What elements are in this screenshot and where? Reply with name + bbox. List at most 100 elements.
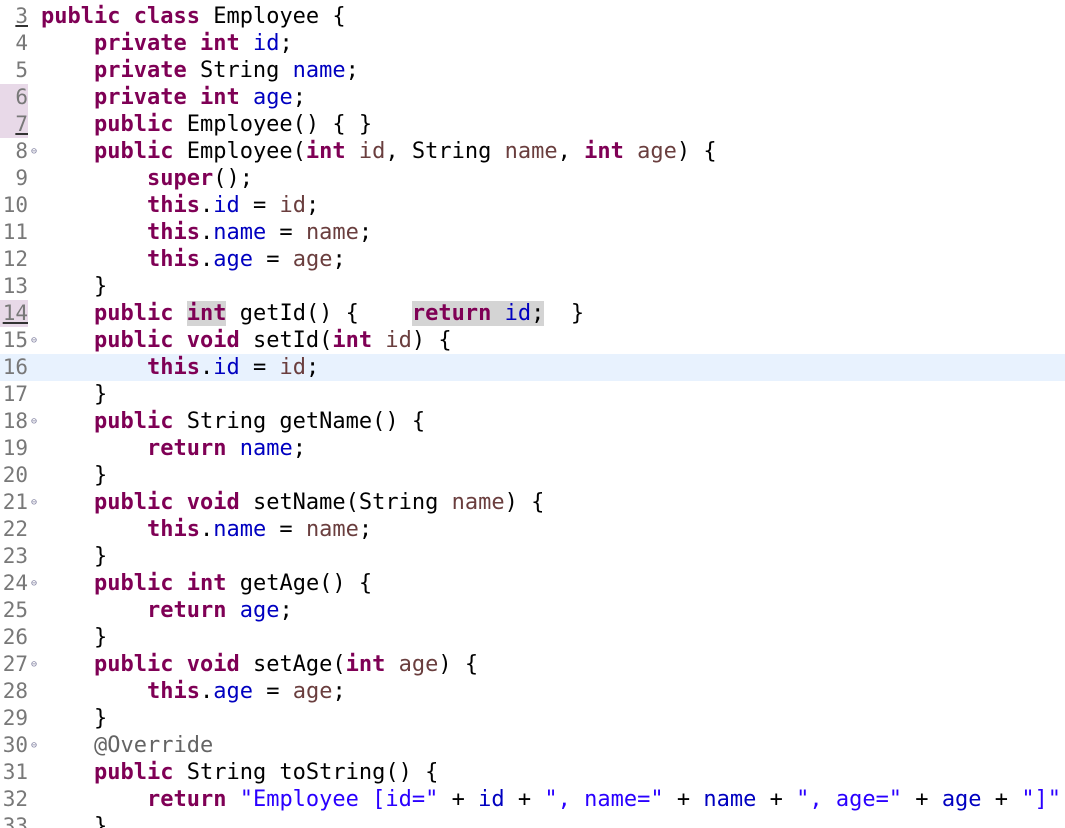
code-line[interactable]: 27 ⊖ public void setAge(int age) {	[0, 651, 1065, 678]
code-token: Employee(	[173, 139, 306, 164]
code-line[interactable]: 16 this.id = id;	[0, 354, 1065, 381]
code-token: =	[239, 355, 280, 380]
fold-collapse-icon[interactable]: ⊖	[28, 408, 40, 435]
code-text: }	[41, 273, 107, 300]
line-number: 25	[2, 598, 28, 622]
code-line[interactable]: 15 ⊖ public void setId(int id) {	[0, 327, 1065, 354]
code-token: @Override	[93, 733, 214, 758]
code-token: age	[292, 247, 333, 272]
code-token: .	[199, 193, 214, 218]
fold-collapse-icon[interactable]: ⊖	[28, 489, 40, 516]
code-text: return "Employee [id=" + id + ", name=" …	[41, 786, 1065, 813]
code-token: id	[279, 193, 306, 218]
code-token: ;	[279, 31, 293, 56]
code-editor[interactable]: 3 public class Employee {4 private int id…	[0, 0, 1065, 828]
code-line[interactable]: 12 this.age = age;	[0, 246, 1065, 273]
code-token: int	[186, 301, 227, 326]
code-line[interactable]: 11 this.name = name;	[0, 219, 1065, 246]
code-line[interactable]: 28 this.age = age;	[0, 678, 1065, 705]
code-line[interactable]: 22 this.name = name;	[0, 516, 1065, 543]
fold-collapse-icon[interactable]: ⊖	[28, 570, 40, 597]
code-text: private int age;	[41, 84, 306, 111]
code-token: }	[544, 301, 585, 326]
code-token: private	[93, 31, 187, 56]
line-number: 5	[15, 58, 28, 82]
code-token: ;	[332, 679, 346, 704]
line-number: 21	[2, 490, 28, 514]
code-line[interactable]: 19 return name;	[0, 435, 1065, 462]
fold-collapse-icon[interactable]: ⊖	[28, 732, 40, 759]
code-token: setId(	[239, 328, 333, 353]
code-line[interactable]: 10 this.id = id;	[0, 192, 1065, 219]
code-text: public Employee() { }	[41, 111, 372, 138]
code-line[interactable]: 8 ⊖ public Employee(int id, String name, …	[0, 138, 1065, 165]
code-line[interactable]: 25 return age;	[0, 597, 1065, 624]
code-text: public int getAge() {	[41, 570, 372, 597]
code-text: }	[41, 705, 107, 732]
code-token: this	[146, 679, 200, 704]
code-line[interactable]: 13 }	[0, 273, 1065, 300]
line-number: 26	[2, 625, 28, 649]
code-token: public	[93, 760, 174, 785]
code-token: age	[398, 652, 439, 677]
code-text: @Override	[41, 732, 213, 759]
code-line[interactable]: 3 public class Employee {	[0, 3, 1065, 30]
code-token: ;	[358, 517, 373, 542]
code-token: public	[93, 571, 174, 596]
code-token: int	[345, 652, 386, 677]
code-token: .	[199, 517, 214, 542]
code-line[interactable]: 32 return "Employee [id=" + id + ", name…	[0, 786, 1065, 813]
code-token: age	[637, 139, 677, 164]
code-line[interactable]: 33 }	[0, 813, 1065, 828]
code-token: age	[252, 85, 293, 110]
code-line[interactable]: 31 public String toString() {	[0, 759, 1065, 786]
code-line[interactable]: 17 }	[0, 381, 1065, 408]
code-token: ();	[213, 166, 253, 191]
code-token: ,	[557, 139, 585, 164]
code-text: }	[41, 813, 107, 828]
code-line[interactable]: 18 ⊖ public String getName() {	[0, 408, 1065, 435]
code-line[interactable]: 9 super();	[0, 165, 1065, 192]
code-line[interactable]: 29 }	[0, 705, 1065, 732]
code-token: +	[756, 787, 797, 812]
fold-collapse-icon[interactable]: ⊖	[28, 327, 40, 354]
code-line[interactable]: 4 private int id;	[0, 30, 1065, 57]
code-line[interactable]: 30 ⊖ @Override	[0, 732, 1065, 759]
code-line[interactable]: 21 ⊖ public void setName(String name) {	[0, 489, 1065, 516]
line-number: 23	[2, 544, 28, 568]
code-line[interactable]: 7 public Employee() { }	[0, 111, 1065, 138]
code-token: String toString() {	[173, 760, 439, 785]
code-text: public void setAge(int age) {	[41, 651, 478, 678]
fold-collapse-icon[interactable]: ⊖	[28, 138, 40, 165]
code-line[interactable]: 23 }	[0, 543, 1065, 570]
code-token: name	[292, 58, 346, 83]
code-token: id	[252, 31, 280, 56]
line-number: 4	[15, 31, 28, 55]
code-text: public void setId(int id) {	[41, 327, 452, 354]
code-token: }	[41, 814, 108, 828]
code-line[interactable]: 24 ⊖ public int getAge() {	[0, 570, 1065, 597]
code-token: , String	[385, 139, 505, 164]
code-line[interactable]: 20 }	[0, 462, 1065, 489]
code-line[interactable]: 5 private String name;	[0, 57, 1065, 84]
code-token: +	[438, 787, 479, 812]
code-token: .	[199, 679, 214, 704]
code-line[interactable]: 6 private int age;	[0, 84, 1065, 111]
code-line[interactable]: 14 public int getId() { return id; }	[0, 300, 1065, 327]
code-token: }	[41, 274, 108, 299]
code-line[interactable]: 26 }	[0, 624, 1065, 651]
fold-collapse-icon[interactable]: ⊖	[28, 651, 40, 678]
code-token: return	[146, 436, 227, 461]
